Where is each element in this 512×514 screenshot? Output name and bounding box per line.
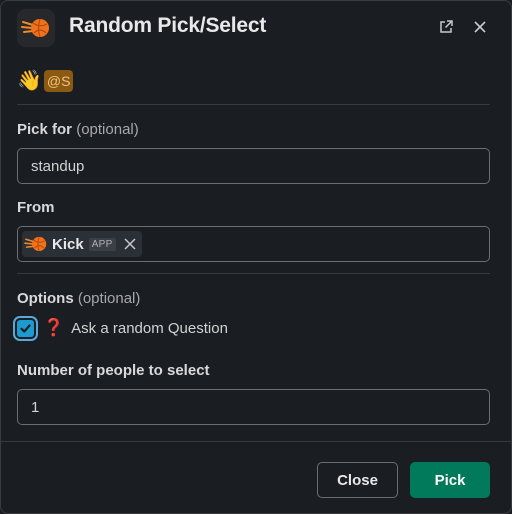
selected-chip: Kick APP xyxy=(22,231,142,257)
close-button[interactable]: Close xyxy=(317,462,398,498)
remove-chip-icon[interactable] xyxy=(124,238,136,250)
divider xyxy=(17,273,490,274)
external-link-icon[interactable] xyxy=(434,15,458,39)
number-input[interactable]: 1 xyxy=(17,389,490,425)
number-value: 1 xyxy=(31,398,40,416)
pick-button[interactable]: Pick xyxy=(410,462,490,498)
footer-divider xyxy=(1,441,511,442)
user-mention[interactable]: @S xyxy=(43,70,74,92)
waving-hand-icon: 👋 xyxy=(17,70,42,92)
chip-name: Kick xyxy=(52,235,84,253)
orange-ball-icon xyxy=(24,233,48,255)
from-select[interactable]: Kick APP xyxy=(17,226,490,262)
option-row: ❓ Ask a random Question xyxy=(17,317,228,339)
modal-title: Random Pick/Select xyxy=(69,14,267,37)
pick-for-label: Pick for (optional) xyxy=(17,121,139,138)
orange-ball-icon xyxy=(17,9,55,47)
app-badge: APP xyxy=(88,237,116,251)
divider xyxy=(17,104,490,105)
pick-for-value: standup xyxy=(31,157,85,175)
modal-header: Random Pick/Select xyxy=(1,1,511,55)
greeting-line: 👋 @S xyxy=(17,68,74,94)
modal-dialog: Random Pick/Select 👋 @S Pick for (option… xyxy=(0,0,512,514)
options-label: Options (optional) xyxy=(17,290,141,307)
pick-for-input[interactable]: standup xyxy=(17,148,490,184)
checkbox-label[interactable]: Ask a random Question xyxy=(71,320,228,337)
number-label: Number of people to select xyxy=(17,362,210,379)
close-icon[interactable] xyxy=(468,15,492,39)
from-label: From xyxy=(17,199,55,216)
question-mark-icon: ❓ xyxy=(43,318,65,337)
question-checkbox[interactable] xyxy=(17,319,34,337)
